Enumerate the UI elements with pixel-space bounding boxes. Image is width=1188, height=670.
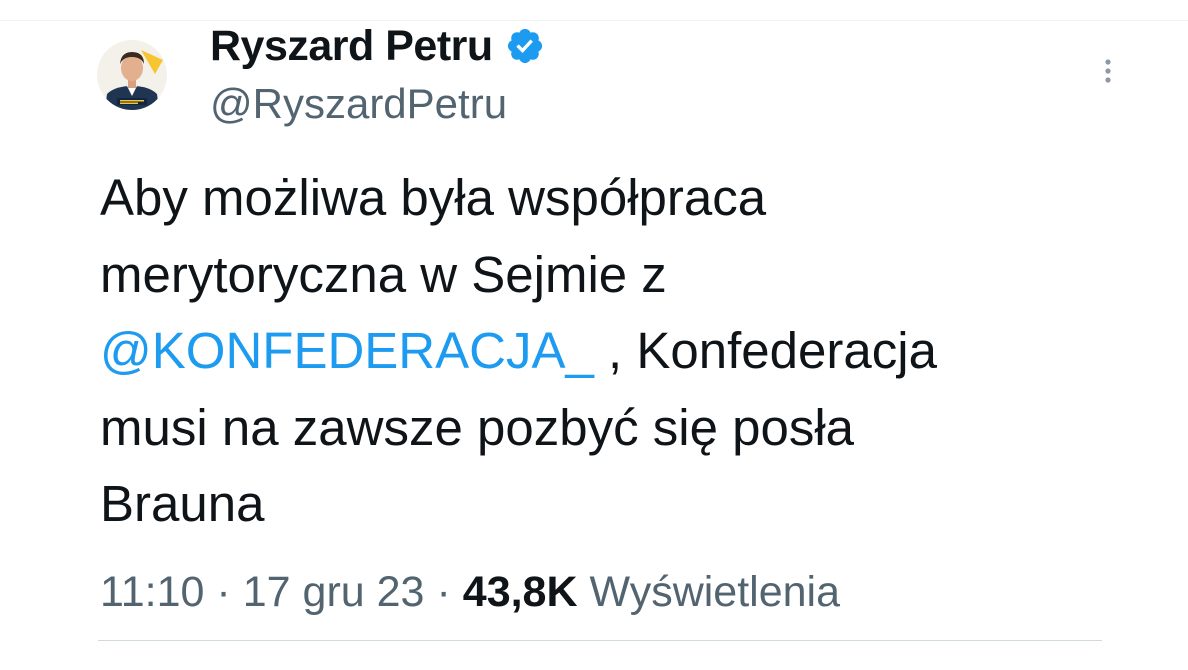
tweet-line: @KONFEDERACJA_ , Konfederacja bbox=[100, 313, 1100, 390]
tweet-line: Brauna bbox=[100, 475, 265, 532]
tweet-line: merytoryczna w Sejmie z bbox=[100, 245, 667, 303]
meta-separator: · bbox=[216, 568, 231, 616]
tweet-date[interactable]: 17 gru 23 bbox=[243, 568, 425, 616]
top-divider bbox=[0, 20, 1188, 21]
avatar-photo bbox=[97, 40, 167, 110]
author-name-row[interactable]: Ryszard Petru bbox=[210, 22, 545, 70]
bottom-divider bbox=[98, 640, 1102, 641]
author-avatar[interactable] bbox=[97, 40, 167, 110]
views-label: Wyświetlenia bbox=[589, 568, 841, 616]
mention-link[interactable]: @KONFEDERACJA_ bbox=[100, 322, 594, 379]
tweet-detail: Ryszard Petru @RyszardPetru Aby możliwa … bbox=[0, 0, 1188, 670]
tweet-line: Aby możliwa była współpraca bbox=[100, 169, 767, 226]
tweet-line-text: , Konfederacja bbox=[593, 322, 937, 379]
tweet-meta: 11:10 · 17 gru 23 · 43,8K Wyświetlenia bbox=[100, 566, 840, 618]
tweet-time[interactable]: 11:10 bbox=[100, 568, 204, 616]
verified-badge-icon bbox=[505, 26, 545, 66]
author-name[interactable]: Ryszard Petru bbox=[210, 22, 493, 70]
author-handle[interactable]: @RyszardPetru bbox=[210, 80, 507, 128]
more-vertical-icon[interactable] bbox=[1096, 54, 1120, 88]
tweet-line: musi na zawsze pozbyć się posła bbox=[100, 398, 855, 456]
meta-separator: · bbox=[436, 568, 451, 616]
tweet-text: Aby możliwa była współpraca merytoryczna… bbox=[100, 160, 1100, 543]
views-count: 43,8K bbox=[462, 568, 578, 616]
